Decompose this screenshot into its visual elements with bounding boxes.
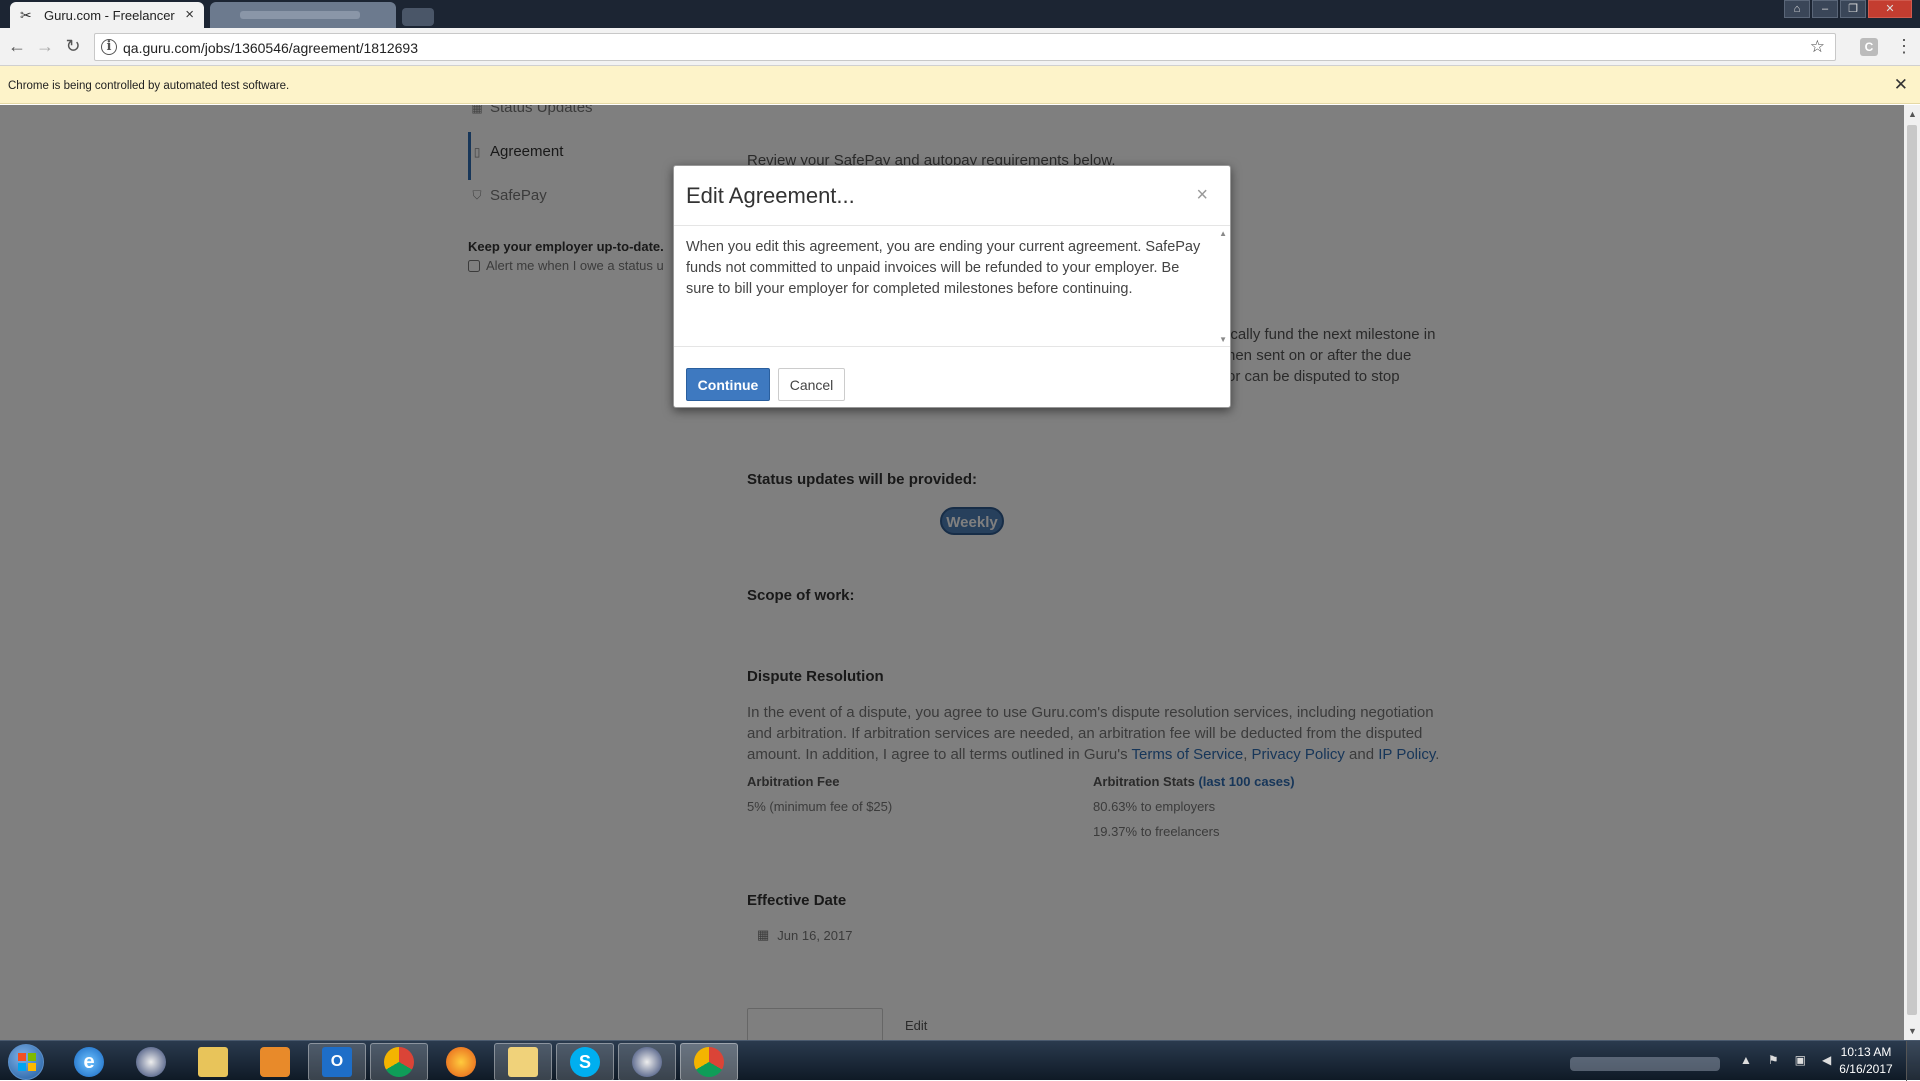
url-text[interactable]: qa.guru.com/jobs/1360546/agreement/18126… xyxy=(123,40,418,56)
outlook-icon: O xyxy=(322,1047,352,1077)
taskbar-chrome-active[interactable] xyxy=(680,1043,738,1081)
media-player-icon xyxy=(260,1047,290,1077)
modal-title: Edit Agreement... xyxy=(686,183,855,208)
restore-button[interactable]: ❐ xyxy=(1840,0,1866,18)
taskbar-folder-app[interactable] xyxy=(494,1043,552,1081)
scroll-up-icon[interactable]: ▲ xyxy=(1219,229,1227,238)
taskbar-app-10[interactable] xyxy=(618,1043,676,1081)
firefox-icon xyxy=(446,1047,476,1077)
clock-time: 10:13 AM xyxy=(1840,1045,1892,1059)
close-window-button[interactable]: ✕ xyxy=(1868,0,1912,18)
infobar-text: Chrome is being controlled by automated … xyxy=(8,80,290,92)
windows-taskbar: e O S ▲ ⚑ ▣ ◀ 10:13 AM 6/16/2017 xyxy=(0,1040,1920,1081)
ie-icon: e xyxy=(74,1047,104,1077)
scroll-up-arrow-icon[interactable]: ▲ xyxy=(1908,109,1917,119)
tab-close-icon[interactable]: × xyxy=(185,6,194,23)
action-center-flag-icon[interactable]: ⚑ xyxy=(1768,1053,1779,1067)
clock-date: 6/16/2017 xyxy=(1839,1062,1893,1076)
show-desktop-button[interactable] xyxy=(1906,1041,1920,1081)
eclipse-icon-2 xyxy=(632,1047,662,1077)
chrome-menu-icon[interactable]: ⋮ xyxy=(1895,36,1913,57)
modal-message: When you edit this agreement, you are en… xyxy=(686,239,1201,297)
minimize-button[interactable]: – xyxy=(1812,0,1838,18)
taskbar-firefox[interactable] xyxy=(432,1043,490,1081)
infobar-close-icon[interactable]: ✕ xyxy=(1894,75,1908,95)
guru-logo-icon: ✂ xyxy=(20,7,32,23)
browser-toolbar: ← → ↻ i qa.guru.com/jobs/1360546/agreeme… xyxy=(0,28,1920,66)
tab-guru[interactable]: ✂ Guru.com - Freelancer × xyxy=(10,2,204,28)
windows-logo-icon xyxy=(18,1053,36,1071)
address-bar[interactable]: i qa.guru.com/jobs/1360546/agreement/181… xyxy=(94,33,1836,61)
eclipse-icon xyxy=(136,1047,166,1077)
modal-close-icon[interactable]: × xyxy=(1196,184,1208,207)
page-content: ▦ Status Updates ▯ Agreement ⛉ SafePay K… xyxy=(0,105,1904,1040)
system-tray: ▲ ⚑ ▣ ◀ xyxy=(1740,1053,1831,1067)
reload-icon[interactable]: ↻ xyxy=(62,36,84,57)
forward-icon[interactable]: → xyxy=(34,36,56,57)
modal-body: When you edit this agreement, you are en… xyxy=(674,227,1230,347)
taskbar-internet-explorer[interactable]: e xyxy=(60,1043,118,1081)
network-icon[interactable]: ▣ xyxy=(1795,1053,1806,1067)
continue-button[interactable]: Continue xyxy=(686,368,770,401)
tab-inactive[interactable] xyxy=(210,2,396,28)
scroll-down-arrow-icon[interactable]: ▼ xyxy=(1908,1026,1917,1036)
taskbar-media-player[interactable] xyxy=(246,1043,304,1081)
folder-icon xyxy=(198,1047,228,1077)
bookmark-star-icon[interactable]: ☆ xyxy=(1810,37,1825,57)
scroll-down-icon[interactable]: ▼ xyxy=(1219,335,1227,344)
tab-blurred-title xyxy=(240,11,360,19)
tray-notification-blur xyxy=(1570,1057,1720,1071)
page-scrollbar[interactable]: ▲ ▼ xyxy=(1904,105,1920,1040)
taskbar-app-2[interactable] xyxy=(122,1043,180,1081)
skype-icon: S xyxy=(570,1047,600,1077)
scroll-thumb[interactable] xyxy=(1907,125,1917,1015)
taskbar-skype[interactable]: S xyxy=(556,1043,614,1081)
start-button[interactable] xyxy=(8,1044,44,1080)
show-hidden-icons-icon[interactable]: ▲ xyxy=(1740,1053,1752,1067)
taskbar-outlook[interactable]: O xyxy=(308,1043,366,1081)
document-folder-icon xyxy=(508,1047,538,1077)
back-icon[interactable]: ← xyxy=(6,36,28,57)
info-icon[interactable]: i xyxy=(101,39,117,55)
new-tab-button[interactable] xyxy=(402,8,434,26)
chrome-icon-2 xyxy=(694,1047,724,1077)
modal-header: Edit Agreement... × xyxy=(674,166,1230,226)
automation-infobar: Chrome is being controlled by automated … xyxy=(0,66,1920,104)
window-controls: ⌂ – ❐ ✕ xyxy=(1784,0,1912,18)
browser-titlebar: ✂ Guru.com - Freelancer × ⌂ – ❐ ✕ xyxy=(0,0,1920,28)
extension-icon[interactable]: C xyxy=(1860,38,1878,56)
chrome-icon xyxy=(384,1047,414,1077)
cancel-button[interactable]: Cancel xyxy=(778,368,845,401)
user-icon[interactable]: ⌂ xyxy=(1784,0,1810,18)
tab-title: Guru.com - Freelancer xyxy=(44,8,175,23)
taskbar-file-explorer[interactable] xyxy=(184,1043,242,1081)
edit-agreement-modal: Edit Agreement... × When you edit this a… xyxy=(673,165,1231,408)
taskbar-chrome[interactable] xyxy=(370,1043,428,1081)
system-clock[interactable]: 10:13 AM 6/16/2017 xyxy=(1830,1044,1902,1078)
